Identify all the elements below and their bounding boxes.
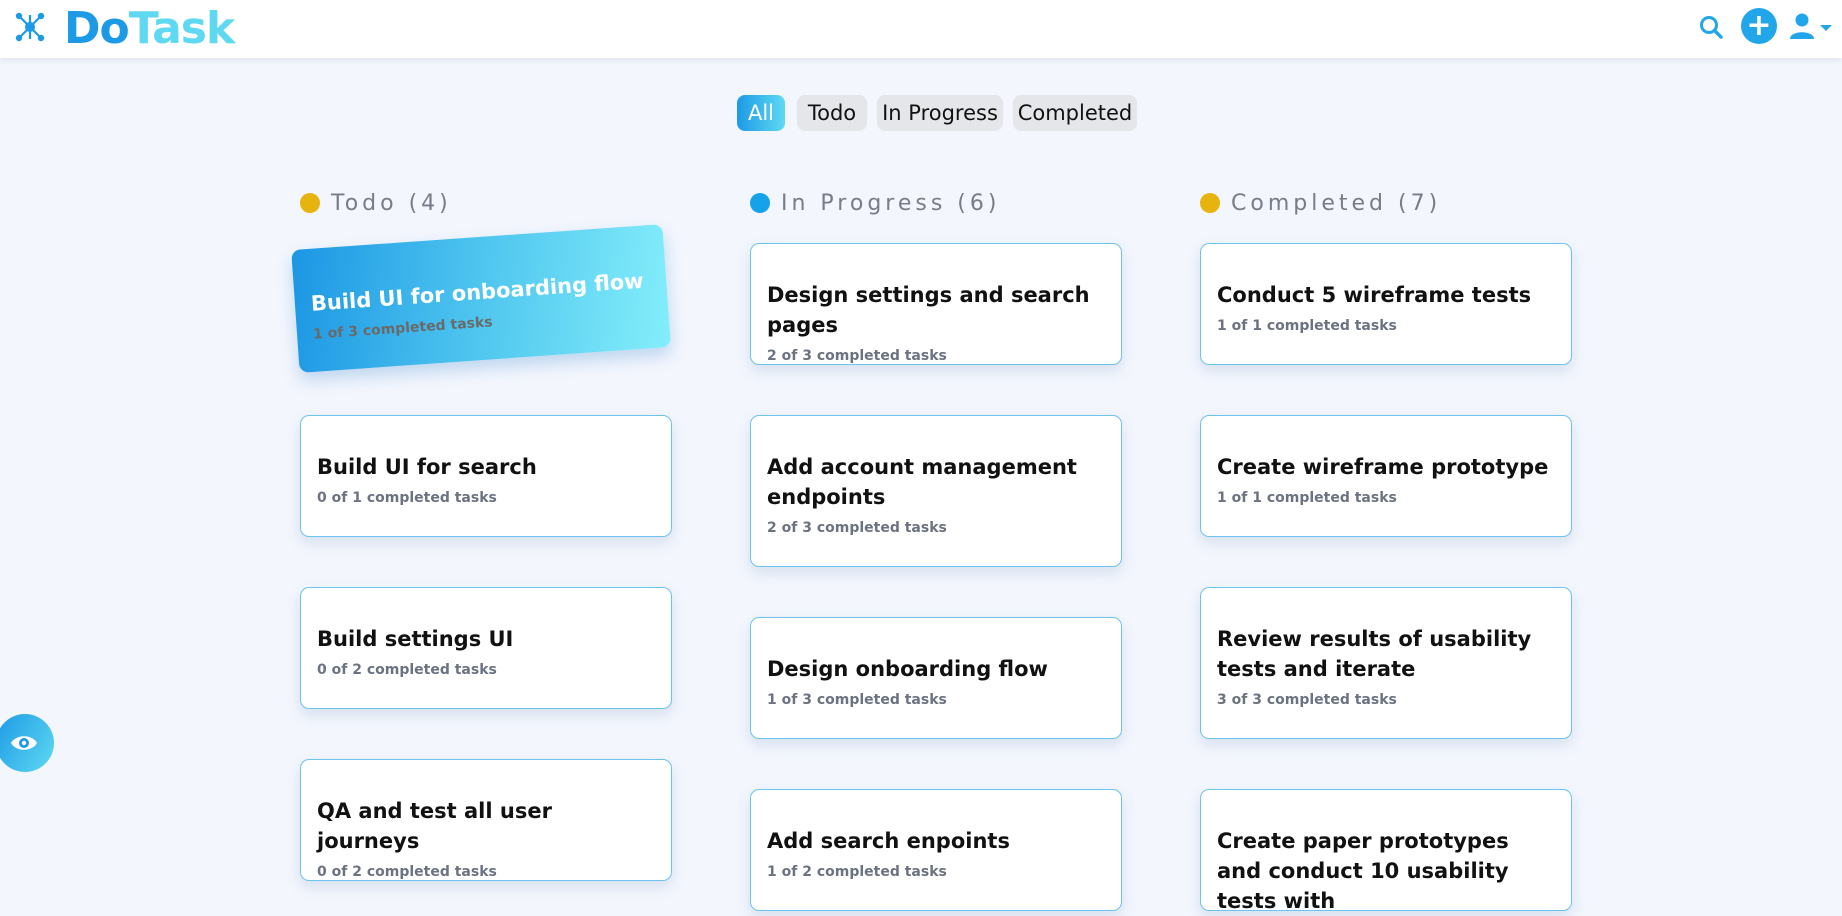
task-card-dragging[interactable]: Build UI for onboarding flow 1 of 3 comp… xyxy=(291,224,671,373)
task-card[interactable]: Create wireframe prototype 1 of 1 comple… xyxy=(1200,415,1572,537)
task-progress: 0 of 1 completed tasks xyxy=(317,490,497,506)
task-card[interactable]: Create paper prototypes and conduct 10 u… xyxy=(1200,789,1572,913)
status-dot xyxy=(300,193,320,213)
task-title: Design onboarding flow xyxy=(767,657,1048,681)
brand-task: Task xyxy=(128,3,235,54)
task-title: QA and test all user journeys xyxy=(317,799,552,853)
task-card[interactable]: Design settings and search pages 2 of 3 … xyxy=(750,243,1122,365)
plus-icon: + xyxy=(1746,8,1772,43)
status-dot xyxy=(750,193,770,213)
task-card[interactable]: Add account management endpoints 2 of 3 … xyxy=(750,415,1122,567)
network-logo-icon[interactable] xyxy=(14,11,46,43)
task-title: Create paper prototypes and conduct 10 u… xyxy=(1217,829,1509,913)
toggle-view-button[interactable] xyxy=(0,714,54,772)
brand-do: Do xyxy=(64,3,130,54)
task-title: Design settings and search pages xyxy=(767,283,1090,337)
task-progress: 2 of 3 completed tasks xyxy=(767,348,947,364)
task-title: Review results of usability tests and it… xyxy=(1217,627,1532,681)
task-card[interactable]: QA and test all user journeys 0 of 2 com… xyxy=(300,759,672,881)
task-progress: 1 of 2 completed tasks xyxy=(767,864,947,880)
task-title: Build settings UI xyxy=(317,627,514,651)
column-title: In Progress (6) xyxy=(781,191,1001,216)
add-task-button[interactable]: + xyxy=(1741,8,1777,44)
task-progress: 1 of 1 completed tasks xyxy=(1217,490,1397,506)
task-card[interactable]: Design onboarding flow 1 of 3 completed … xyxy=(750,617,1122,739)
task-progress: 3 of 3 completed tasks xyxy=(1217,692,1397,708)
filter-completed[interactable]: Completed xyxy=(1013,95,1137,131)
task-card[interactable]: Conduct 5 wireframe tests 1 of 1 complet… xyxy=(1200,243,1572,365)
task-title: Create wireframe prototype xyxy=(1217,455,1549,479)
task-card[interactable]: Add search enpoints 1 of 2 completed tas… xyxy=(750,789,1122,911)
user-icon xyxy=(1790,13,1814,39)
filter-todo[interactable]: Todo xyxy=(797,95,867,131)
task-card[interactable]: Review results of usability tests and it… xyxy=(1200,587,1572,739)
column-title: Completed (7) xyxy=(1231,191,1442,216)
column-title: Todo (4) xyxy=(331,191,452,216)
chevron-down-icon xyxy=(1820,25,1832,31)
task-progress: 0 of 2 completed tasks xyxy=(317,662,497,678)
task-title: Add account management endpoints xyxy=(767,455,1077,509)
task-progress: 2 of 3 completed tasks xyxy=(767,520,947,536)
task-progress: 0 of 2 completed tasks xyxy=(317,864,497,880)
search-icon[interactable] xyxy=(1698,14,1724,40)
brand-name[interactable]: DoTask xyxy=(64,2,235,56)
task-title: Build UI for search xyxy=(317,455,537,479)
task-title: Add search enpoints xyxy=(767,829,1010,853)
eye-icon xyxy=(11,736,37,750)
user-menu-button[interactable] xyxy=(1788,12,1836,40)
filter-in-progress[interactable]: In Progress xyxy=(877,95,1003,131)
task-card[interactable]: Build UI for search 0 of 1 completed tas… xyxy=(300,415,672,537)
filter-all[interactable]: All xyxy=(737,95,785,131)
status-dot xyxy=(1200,193,1220,213)
task-card[interactable]: Build settings UI 0 of 2 completed tasks xyxy=(300,587,672,709)
task-progress: 1 of 1 completed tasks xyxy=(1217,318,1397,334)
task-title: Conduct 5 wireframe tests xyxy=(1217,283,1532,307)
task-progress: 1 of 3 completed tasks xyxy=(767,692,947,708)
top-navbar: DoTask + xyxy=(0,0,1842,58)
